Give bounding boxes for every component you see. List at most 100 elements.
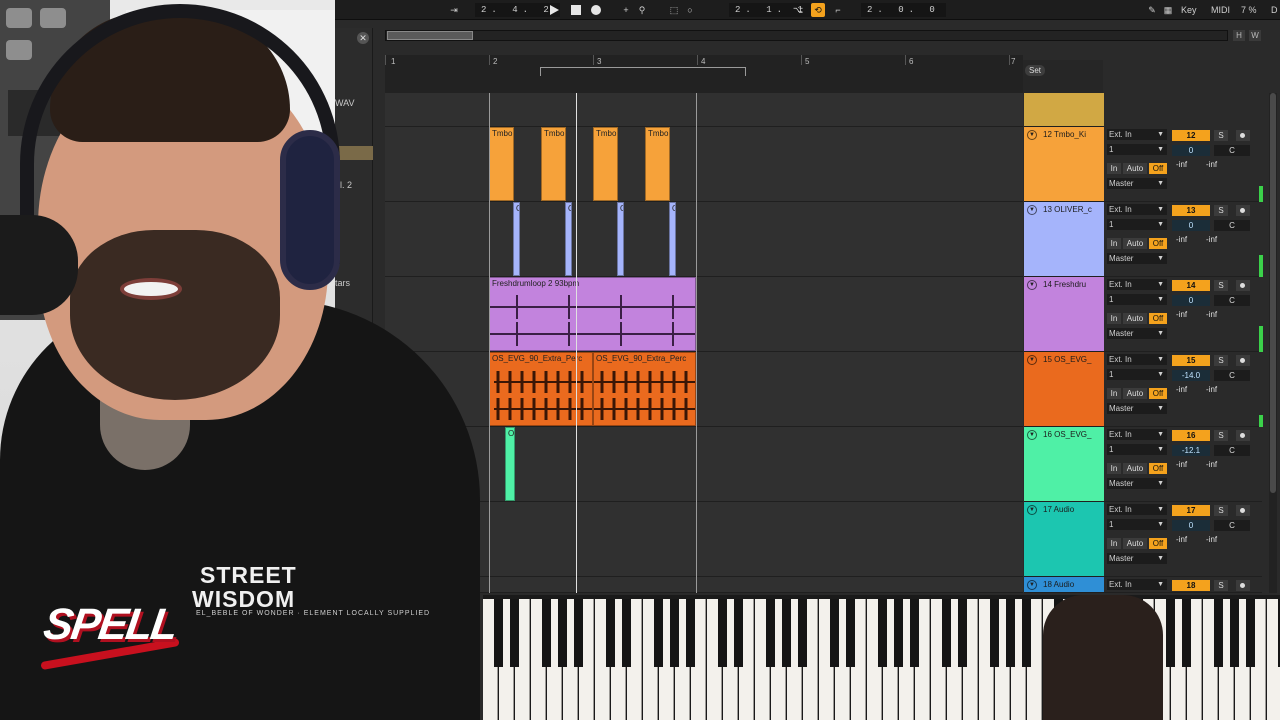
input-type-select[interactable]: Ext. In ▼ xyxy=(1107,279,1167,290)
audio-clip[interactable]: O xyxy=(513,202,520,276)
group-track-header[interactable] xyxy=(1024,93,1104,127)
volume-field[interactable]: 0 xyxy=(1172,295,1210,306)
audio-clip[interactable]: O xyxy=(505,427,515,501)
monitor-auto-button[interactable]: Auto xyxy=(1123,463,1147,474)
midi-clip[interactable]: Tmbo xyxy=(593,127,618,201)
fold-icon[interactable]: ▼ xyxy=(1027,430,1037,440)
fold-icon[interactable]: ▼ xyxy=(1027,280,1037,290)
monitor-off-button[interactable]: Off xyxy=(1149,388,1167,399)
audio-clip[interactable]: O xyxy=(617,202,624,276)
input-channel-select[interactable]: 1 ▼ xyxy=(1107,144,1167,155)
fold-icon[interactable]: ▼ xyxy=(1027,130,1037,140)
volume-field[interactable]: 0 xyxy=(1172,520,1210,531)
monitor-off-button[interactable]: Off xyxy=(1149,313,1167,324)
track-activator[interactable]: 17 xyxy=(1172,505,1210,516)
arm-button[interactable] xyxy=(1236,280,1250,291)
monitor-in-button[interactable]: In xyxy=(1107,538,1121,549)
input-channel-select[interactable]: 1 ▼ xyxy=(1107,444,1167,455)
midi-map-button[interactable]: MIDI xyxy=(1211,3,1230,17)
monitor-in-button[interactable]: In xyxy=(1107,238,1121,249)
input-channel-select[interactable]: 1 ▼ xyxy=(1107,519,1167,530)
track-header[interactable]: ▼ 17 Audio xyxy=(1024,502,1104,577)
audio-clip[interactable]: OS_EVG_90_Extra_Perc xyxy=(593,352,696,426)
track-header[interactable]: ▼ 15 OS_EVG_ xyxy=(1024,352,1104,427)
volume-field[interactable]: 0 xyxy=(1172,220,1210,231)
track-header[interactable]: ▼ 16 OS_EVG_ xyxy=(1024,427,1104,502)
track-activator[interactable]: 16 xyxy=(1172,430,1210,441)
audio-clip[interactable]: O xyxy=(565,202,572,276)
solo-button[interactable]: S xyxy=(1214,580,1228,591)
solo-button[interactable]: S xyxy=(1214,355,1228,366)
audio-clip[interactable]: Freshdrumloop 2 93bpm xyxy=(489,277,696,351)
input-channel-select[interactable]: 1 ▼ xyxy=(1107,369,1167,380)
track-header[interactable]: ▼ 14 Freshdru xyxy=(1024,277,1104,352)
audio-clip[interactable]: OS_EVG_90_Extra_Perc xyxy=(489,352,593,426)
automation-arm-icon[interactable]: ⚲ xyxy=(635,3,649,17)
pan-field[interactable]: C xyxy=(1214,295,1250,306)
monitor-off-button[interactable]: Off xyxy=(1149,163,1167,174)
stop-button[interactable] xyxy=(571,3,581,17)
solo-button[interactable]: S xyxy=(1214,130,1228,141)
output-select[interactable]: Master ▼ xyxy=(1107,403,1167,414)
capture-icon[interactable]: ⬚ xyxy=(667,3,681,17)
input-type-select[interactable]: Ext. In ▼ xyxy=(1107,504,1167,515)
track-activator[interactable]: 18 xyxy=(1172,580,1210,591)
monitor-in-button[interactable]: In xyxy=(1107,463,1121,474)
loop-length[interactable]: 2. 0. 0 xyxy=(861,3,946,17)
fold-icon[interactable]: ▼ xyxy=(1027,580,1037,590)
monitor-in-button[interactable]: In xyxy=(1107,163,1121,174)
fold-icon[interactable]: ▼ xyxy=(1027,205,1037,215)
session-record-icon[interactable]: ○ xyxy=(683,3,697,17)
midi-clip[interactable]: Tmbo xyxy=(541,127,566,201)
output-select[interactable]: Master ▼ xyxy=(1107,553,1167,564)
monitor-off-button[interactable]: Off xyxy=(1149,538,1167,549)
fold-icon[interactable]: ▼ xyxy=(1027,505,1037,515)
punch-in-icon[interactable]: ⌥ xyxy=(791,3,805,17)
keyboard-icon[interactable]: ▦ xyxy=(1161,3,1175,17)
monitor-auto-button[interactable]: Auto xyxy=(1123,388,1147,399)
arm-button[interactable] xyxy=(1236,580,1250,591)
track-activator[interactable]: 12 xyxy=(1172,130,1210,141)
input-channel-select[interactable]: 1 ▼ xyxy=(1107,219,1167,230)
track-header[interactable]: ▼ 12 Tmbo_Ki xyxy=(1024,127,1104,202)
input-channel-select[interactable]: 1 ▼ xyxy=(1107,294,1167,305)
arm-button[interactable] xyxy=(1236,355,1250,366)
key-map-button[interactable]: Key xyxy=(1181,3,1197,17)
solo-button[interactable]: S xyxy=(1214,280,1228,291)
punch-out-icon[interactable]: ⌐ xyxy=(831,3,845,17)
draw-mode-icon[interactable]: ✎ xyxy=(1145,3,1159,17)
volume-field[interactable]: 0 xyxy=(1172,145,1210,156)
input-type-select[interactable]: Ext. In ▼ xyxy=(1107,579,1167,590)
track-activator[interactable]: 13 xyxy=(1172,205,1210,216)
fold-icon[interactable]: ▼ xyxy=(1027,355,1037,365)
monitor-auto-button[interactable]: Auto xyxy=(1123,313,1147,324)
arm-button[interactable] xyxy=(1236,130,1250,141)
monitor-off-button[interactable]: Off xyxy=(1149,238,1167,249)
output-select[interactable]: Master ▼ xyxy=(1107,328,1167,339)
loop-switch-icon[interactable]: ⟲ xyxy=(811,3,825,17)
solo-button[interactable]: S xyxy=(1214,205,1228,216)
arm-button[interactable] xyxy=(1236,505,1250,516)
arm-button[interactable] xyxy=(1236,430,1250,441)
solo-button[interactable]: S xyxy=(1214,505,1228,516)
monitor-in-button[interactable]: In xyxy=(1107,313,1121,324)
set-button[interactable]: Set xyxy=(1025,65,1046,76)
h-button[interactable]: H xyxy=(1233,30,1245,41)
monitor-auto-button[interactable]: Auto xyxy=(1123,538,1147,549)
loop-brace[interactable] xyxy=(540,67,746,76)
input-type-select[interactable]: Ext. In ▼ xyxy=(1107,354,1167,365)
volume-field[interactable]: -14.0 xyxy=(1172,370,1210,381)
track-activator[interactable]: 14 xyxy=(1172,280,1210,291)
monitor-off-button[interactable]: Off xyxy=(1149,463,1167,474)
track-header[interactable]: ▼ 13 OLIVER_c xyxy=(1024,202,1104,277)
pan-field[interactable]: C xyxy=(1214,220,1250,231)
scrollbar-thumb[interactable] xyxy=(1270,93,1276,493)
pan-field[interactable]: C xyxy=(1214,445,1250,456)
solo-button[interactable]: S xyxy=(1214,430,1228,441)
monitor-auto-button[interactable]: Auto xyxy=(1123,238,1147,249)
monitor-in-button[interactable]: In xyxy=(1107,388,1121,399)
output-select[interactable]: Master ▼ xyxy=(1107,178,1167,189)
midi-clip[interactable]: Tmbo xyxy=(489,127,514,201)
record-button[interactable] xyxy=(591,3,601,17)
arm-button[interactable] xyxy=(1236,205,1250,216)
